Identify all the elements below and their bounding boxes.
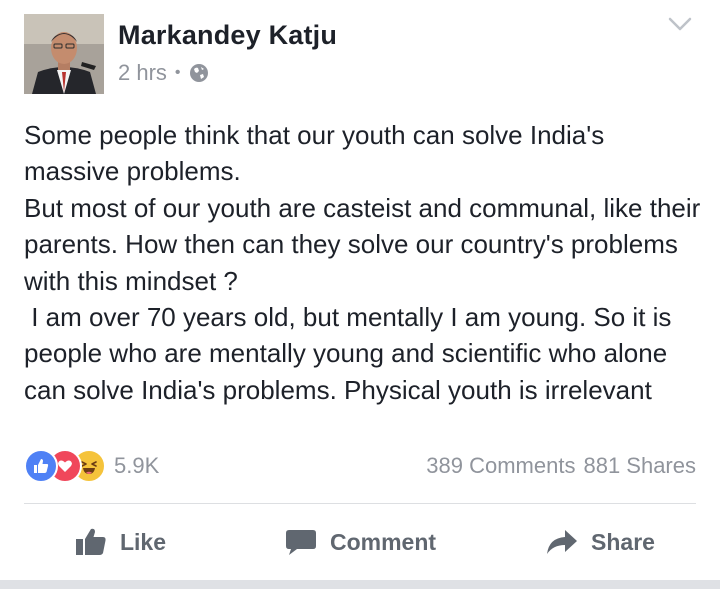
like-reaction-icon <box>24 449 58 483</box>
comment-label: Comment <box>329 528 437 555</box>
comment-icon <box>285 530 316 555</box>
reactions-summary[interactable]: 5.9K <box>24 449 160 483</box>
thumbs-up-icon <box>75 528 106 555</box>
facebook-post: Markandey Katju 2 hrs • Some people thin… <box>0 0 720 589</box>
share-button[interactable]: Share <box>480 504 720 580</box>
author-avatar[interactable] <box>24 14 104 94</box>
avatar-photo <box>24 14 104 94</box>
author-name[interactable]: Markandey Katju <box>118 20 337 51</box>
shares-count[interactable]: 881 Shares <box>583 453 696 479</box>
like-button[interactable]: Like <box>0 504 240 580</box>
chevron-down-icon[interactable] <box>668 16 692 32</box>
post-meta: 2 hrs • <box>118 60 209 86</box>
globe-icon[interactable] <box>189 63 209 83</box>
feed-separator <box>0 580 720 589</box>
share-arrow-icon <box>547 530 578 554</box>
post-text: Some people think that our youth can sol… <box>24 120 701 405</box>
like-label: Like <box>119 528 167 555</box>
engagement-counts: 389 Comments 881 Shares <box>426 453 696 479</box>
comments-count[interactable]: 389 Comments <box>426 453 575 479</box>
reactions-count: 5.9K <box>114 453 160 478</box>
post-timestamp[interactable]: 2 hrs <box>118 60 167 86</box>
share-label: Share <box>591 528 655 555</box>
meta-separator: • <box>174 64 181 81</box>
comment-button[interactable]: Comment <box>240 504 480 580</box>
action-bar: Like Comment Share <box>0 504 720 580</box>
